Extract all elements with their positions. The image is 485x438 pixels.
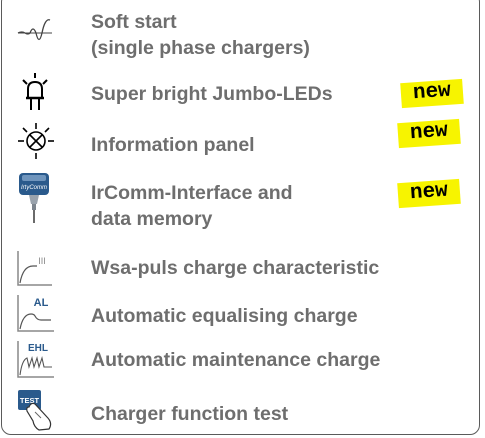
- feature-label: Automatic maintenance charge: [91, 349, 381, 371]
- equalising-charge-icon: AL: [17, 294, 54, 332]
- new-badge: new: [397, 178, 461, 209]
- feature-equalising-charge: AL Automatic equalising charge: [0, 292, 485, 332]
- wsa-puls-curve-icon: III: [17, 250, 53, 286]
- test-button-icon: TEST: [17, 389, 57, 431]
- icon-caption: TEST: [20, 396, 40, 405]
- feature-label: Wsa-puls charge characteristic: [91, 257, 380, 279]
- feature-label: Charger function test: [91, 403, 289, 425]
- soft-start-wave-icon: [17, 16, 53, 52]
- feature-jumbo-leds: Super bright Jumbo-LEDs new: [0, 70, 485, 112]
- feature-soft-start: Soft start (single phase chargers): [0, 6, 485, 62]
- icon-caption: III: [38, 256, 46, 266]
- new-badge: new: [397, 118, 461, 149]
- feature-label: Information panel: [91, 134, 255, 156]
- maintenance-charge-icon: EHL: [17, 340, 54, 378]
- feature-label: Automatic equalising charge: [91, 305, 358, 327]
- ircomm-device-icon: IrtyComm: [18, 172, 50, 223]
- icon-caption: IrtyComm: [21, 185, 47, 191]
- information-panel-icon: [17, 122, 54, 159]
- new-badge: new: [400, 78, 464, 109]
- feature-label: Soft start (single phase chargers): [91, 11, 310, 59]
- feature-wsa-puls: III Wsa-puls charge characteristic: [0, 248, 485, 288]
- feature-information-panel: Information panel new: [0, 118, 485, 164]
- feature-ircomm-interface: IrtyComm IrComm-Interface and data memor…: [0, 170, 485, 236]
- icon-caption: EHL: [28, 343, 48, 354]
- led-bulb-icon: [18, 72, 54, 110]
- icon-caption: AL: [34, 297, 49, 309]
- feature-label: IrComm-Interface and data memory: [91, 182, 293, 230]
- feature-maintenance-charge: EHL Automatic maintenance charge: [0, 340, 485, 382]
- feature-label: Super bright Jumbo-LEDs: [91, 83, 333, 105]
- feature-function-test: TEST Charger function test: [0, 389, 485, 435]
